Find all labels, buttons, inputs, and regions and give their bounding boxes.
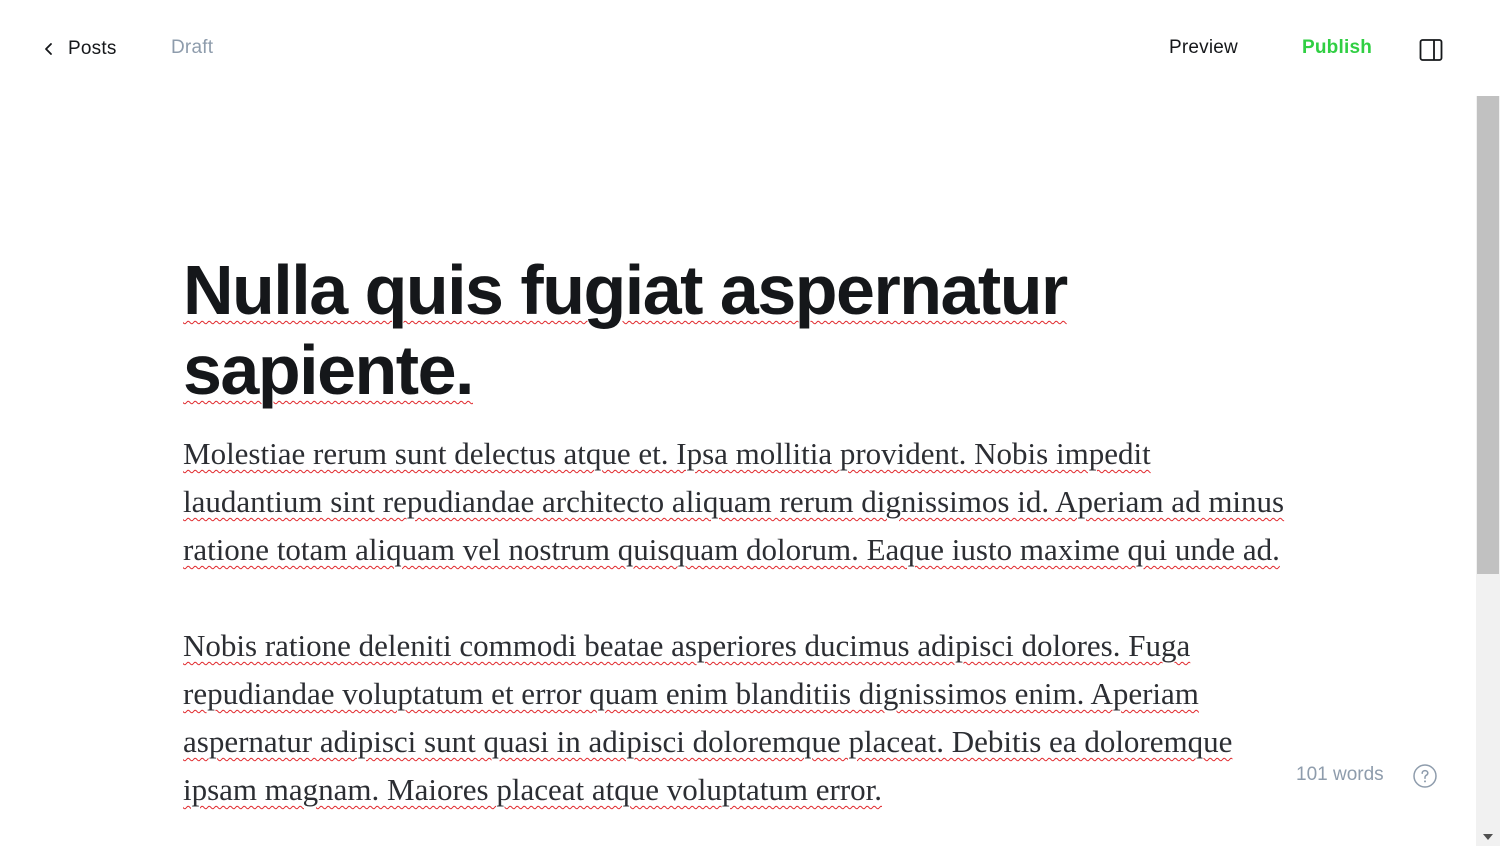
- sidebar-toggle-icon[interactable]: [1419, 38, 1443, 62]
- help-circle-icon[interactable]: [1413, 764, 1437, 788]
- editor-page: Posts Draft Preview Publish Nulla quis f…: [0, 0, 1500, 846]
- editor-header: Posts Draft Preview Publish: [0, 0, 1476, 96]
- chevron-left-icon: [45, 43, 52, 55]
- back-to-posts-link[interactable]: Posts: [42, 36, 117, 62]
- post-title[interactable]: Nulla quis fugiat aspernatur sapiente.: [183, 250, 1293, 410]
- post-body[interactable]: Molestiae rerum sunt delectus atque et. …: [183, 430, 1293, 814]
- vertical-scrollbar[interactable]: [1476, 96, 1500, 846]
- preview-button[interactable]: Preview: [1169, 37, 1238, 59]
- word-count: 101 words: [1296, 764, 1384, 785]
- post-editor[interactable]: Nulla quis fugiat aspernatur sapiente. M…: [183, 250, 1293, 846]
- body-paragraph[interactable]: Molestiae rerum sunt delectus atque et. …: [183, 430, 1293, 574]
- scrollbar-thumb[interactable]: [1477, 96, 1499, 574]
- back-link-label: Posts: [68, 38, 117, 59]
- publish-button[interactable]: Publish: [1302, 37, 1372, 59]
- word-count-bar: 101 words: [1287, 756, 1437, 796]
- post-status: Draft: [171, 37, 214, 58]
- body-paragraph[interactable]: Nobis ratione deleniti commodi beatae as…: [183, 622, 1293, 814]
- scroll-down-arrow-icon[interactable]: [1483, 834, 1493, 840]
